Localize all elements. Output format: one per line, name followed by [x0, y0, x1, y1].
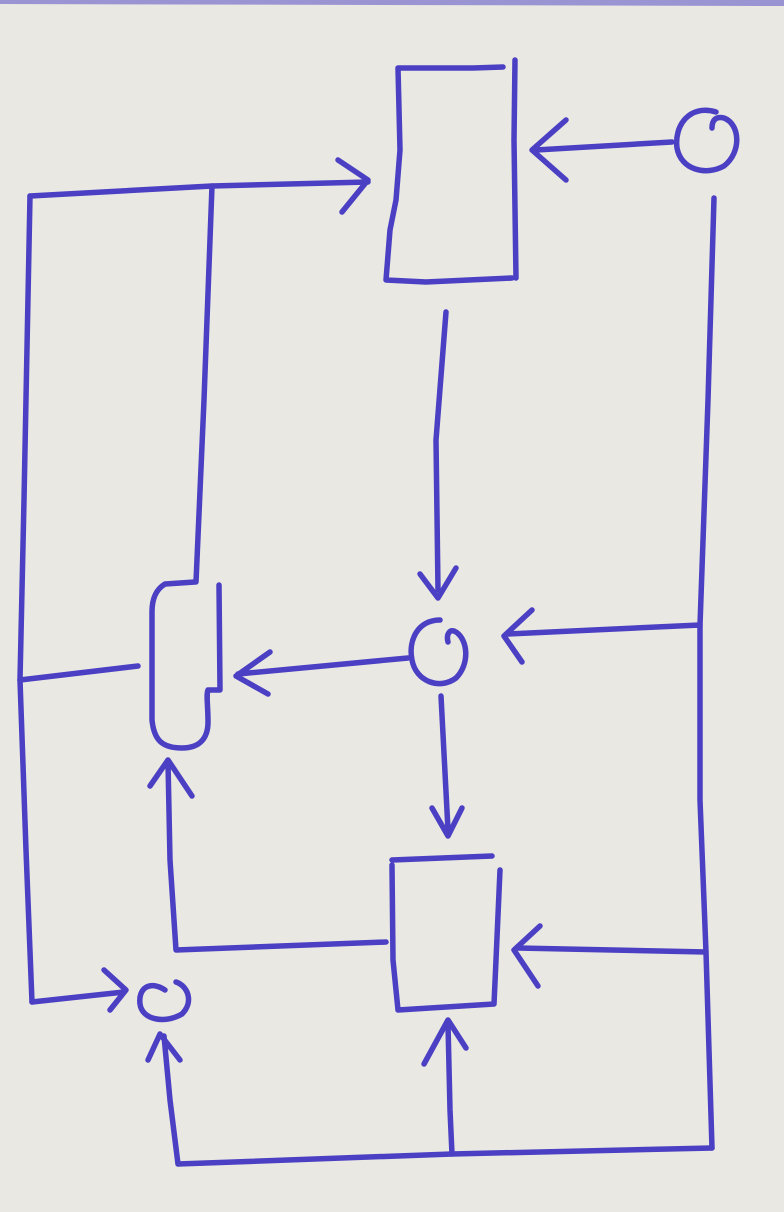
diagram-canvas [0, 0, 784, 1212]
paper-background [0, 0, 784, 1212]
diagram-svg [0, 0, 784, 1212]
